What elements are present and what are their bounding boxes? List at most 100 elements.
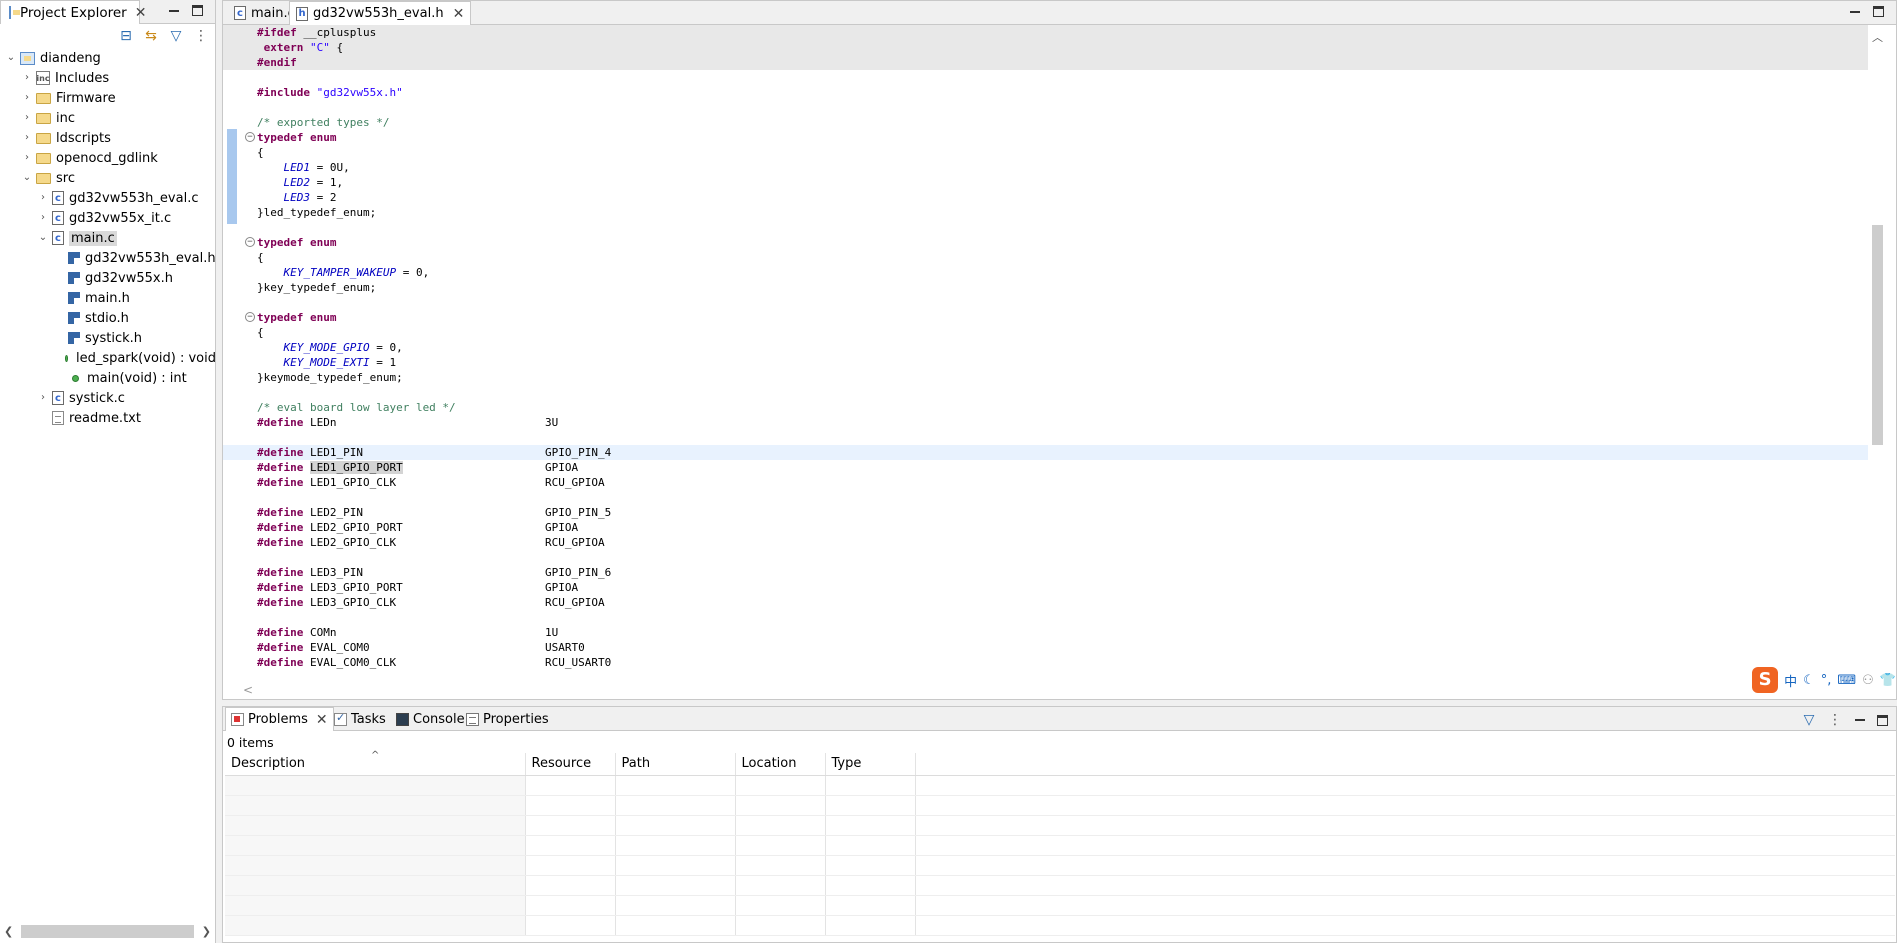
- collapsed-chevron-icon[interactable]: ›: [22, 93, 32, 103]
- code-line[interactable]: extern "C" {: [223, 40, 1868, 55]
- fold-collapse-icon[interactable]: −: [245, 312, 255, 322]
- scroll-up-icon[interactable]: ︿: [1872, 29, 1883, 45]
- tree-item[interactable]: stdio.h: [0, 308, 216, 328]
- column-header-path[interactable]: Path: [615, 753, 736, 776]
- code-line[interactable]: [223, 100, 1868, 115]
- minimize-icon[interactable]: [1853, 713, 1867, 727]
- scrollbar-thumb[interactable]: [21, 925, 194, 938]
- view-menu-icon[interactable]: ⋮: [193, 28, 209, 44]
- collapsed-chevron-icon[interactable]: ›: [22, 133, 32, 143]
- code-line[interactable]: #define LEDn 3U: [223, 415, 1868, 430]
- keyboard-icon[interactable]: ⌨: [1837, 673, 1856, 688]
- code-line[interactable]: [223, 70, 1868, 85]
- maximize-icon[interactable]: [192, 5, 203, 16]
- code-line[interactable]: #define LED1_PIN GPIO_PIN_4: [223, 445, 1868, 460]
- user-icon[interactable]: ⚇: [1862, 673, 1874, 688]
- code-line[interactable]: }key_typedef_enum;: [223, 280, 1868, 295]
- shirt-icon[interactable]: 👕: [1880, 673, 1896, 688]
- collapsed-chevron-icon[interactable]: ›: [22, 153, 32, 163]
- filter-icon[interactable]: ▽: [1801, 712, 1817, 728]
- tree-item[interactable]: main(void) : int: [0, 368, 216, 388]
- expanded-chevron-icon[interactable]: ⌄: [22, 173, 32, 183]
- tab-problems[interactable]: Problems ✕: [225, 707, 334, 731]
- scroll-right-icon[interactable]: ❯: [202, 925, 211, 938]
- filter-icon[interactable]: ▽: [168, 28, 184, 44]
- code-line[interactable]: LED1 = 0U,: [223, 160, 1868, 175]
- code-line[interactable]: #define LED1_GPIO_PORT GPIOA: [223, 460, 1868, 475]
- expanded-chevron-icon[interactable]: ⌄: [6, 53, 16, 63]
- collapsed-chevron-icon[interactable]: ›: [38, 393, 48, 403]
- tree-item[interactable]: › c gd32vw553h_eval.c: [0, 188, 216, 208]
- code-line[interactable]: #include "gd32vw55x.h": [223, 85, 1868, 100]
- tree-item[interactable]: gd32vw55x.h: [0, 268, 216, 288]
- code-line[interactable]: #define LED3_GPIO_CLK RCU_GPIOA: [223, 595, 1868, 610]
- tree-item[interactable]: › openocd_gdlink: [0, 148, 216, 168]
- collapse-all-icon[interactable]: ⊟: [118, 28, 134, 44]
- ime-mode-indicator[interactable]: 中: [1784, 671, 1797, 690]
- tree-item[interactable]: readme.txt: [0, 408, 216, 428]
- column-header-type[interactable]: Type: [825, 753, 916, 776]
- tree-item[interactable]: gd32vw553h_eval.h: [0, 248, 216, 268]
- code-line[interactable]: }keymode_typedef_enum;: [223, 370, 1868, 385]
- close-icon[interactable]: ✕: [453, 7, 465, 21]
- editor-scroll-left-icon[interactable]: <: [243, 683, 253, 697]
- code-line[interactable]: [223, 430, 1868, 445]
- column-header-description[interactable]: Description ^: [225, 750, 526, 776]
- code-line[interactable]: − typedef enum: [223, 235, 1868, 250]
- tree-item[interactable]: main.h: [0, 288, 216, 308]
- code-line[interactable]: LED3 = 2: [223, 190, 1868, 205]
- code-editor[interactable]: #ifdef __cplusplus extern "C" {#endif #in…: [223, 25, 1868, 679]
- code-line[interactable]: #ifdef __cplusplus: [223, 25, 1868, 40]
- tree-item[interactable]: › Firmware: [0, 88, 216, 108]
- code-line[interactable]: KEY_MODE_EXTI = 1: [223, 355, 1868, 370]
- editor-scrollbar-thumb[interactable]: [1872, 225, 1883, 445]
- column-header-location[interactable]: Location: [735, 753, 826, 776]
- expanded-chevron-icon[interactable]: ⌄: [38, 233, 48, 243]
- explorer-horizontal-scrollbar[interactable]: ❮ ❯: [4, 924, 211, 939]
- collapsed-chevron-icon[interactable]: ›: [38, 213, 48, 223]
- punctuation-icon[interactable]: °,: [1821, 673, 1832, 688]
- code-line[interactable]: [223, 385, 1868, 400]
- editor-tab[interactable]: h gd32vw553h_eval.h ✕: [289, 1, 472, 26]
- code-line[interactable]: [223, 550, 1868, 565]
- code-line[interactable]: #define LED3_GPIO_PORT GPIOA: [223, 580, 1868, 595]
- tree-item[interactable]: › inc: [0, 108, 216, 128]
- tree-item[interactable]: ⌄ src: [0, 168, 216, 188]
- tree-item[interactable]: systick.h: [0, 328, 216, 348]
- code-line[interactable]: [223, 220, 1868, 235]
- code-line[interactable]: [223, 295, 1868, 310]
- close-icon[interactable]: ✕: [135, 6, 147, 20]
- collapsed-chevron-icon[interactable]: ›: [22, 73, 32, 83]
- code-line[interactable]: [223, 490, 1868, 505]
- view-menu-icon[interactable]: ⋮: [1827, 712, 1843, 728]
- tab-properties[interactable]: Properties: [461, 707, 554, 731]
- code-line[interactable]: {: [223, 145, 1868, 160]
- collapsed-chevron-icon[interactable]: ›: [38, 193, 48, 203]
- maximize-icon[interactable]: [1877, 714, 1888, 726]
- moon-icon[interactable]: ☾: [1803, 673, 1815, 688]
- code-line[interactable]: #endif: [223, 55, 1868, 70]
- tab-project-explorer[interactable]: Project Explorer ✕: [0, 0, 146, 24]
- editor-minimize-icon[interactable]: [1848, 5, 1862, 19]
- editor-maximize-icon[interactable]: [1873, 6, 1884, 17]
- tree-item[interactable]: › ldscripts: [0, 128, 216, 148]
- code-line[interactable]: KEY_MODE_GPIO = 0,: [223, 340, 1868, 355]
- tree-item[interactable]: › inc Includes: [0, 68, 216, 88]
- tree-item[interactable]: › c systick.c: [0, 388, 216, 408]
- code-line[interactable]: #define LED2_GPIO_PORT GPIOA: [223, 520, 1868, 535]
- code-line[interactable]: /* exported types */: [223, 115, 1868, 130]
- ime-toolbar[interactable]: S 中 ☾ °, ⌨ ⚇ 👕: [1752, 667, 1896, 693]
- code-line[interactable]: #define COMn 1U: [223, 625, 1868, 640]
- scroll-left-icon[interactable]: ❮: [4, 925, 13, 938]
- code-line[interactable]: LED2 = 1,: [223, 175, 1868, 190]
- close-icon[interactable]: ✕: [316, 713, 328, 727]
- code-line[interactable]: KEY_TAMPER_WAKEUP = 0,: [223, 265, 1868, 280]
- code-line[interactable]: }led_typedef_enum;: [223, 205, 1868, 220]
- sogou-ime-logo[interactable]: S: [1752, 667, 1779, 693]
- code-line[interactable]: #define LED2_PIN GPIO_PIN_5: [223, 505, 1868, 520]
- tree-item[interactable]: led_spark(void) : void: [0, 348, 216, 368]
- fold-collapse-icon[interactable]: −: [245, 237, 255, 247]
- tab-tasks[interactable]: Tasks: [329, 707, 391, 731]
- code-line[interactable]: {: [223, 325, 1868, 340]
- code-line[interactable]: #define EVAL_COM0 USART0: [223, 640, 1868, 655]
